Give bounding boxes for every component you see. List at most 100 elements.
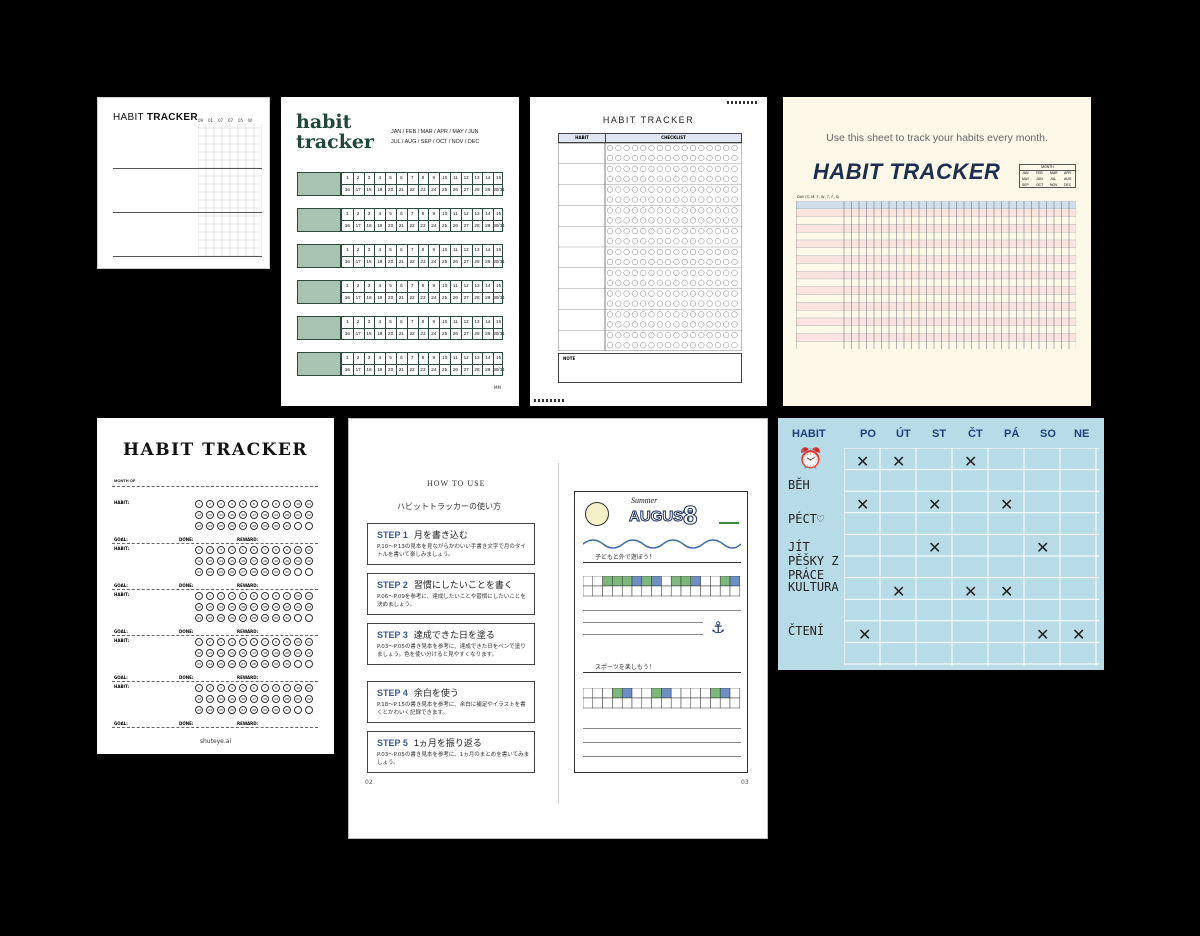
habit-label-cell[interactable] [297, 244, 341, 268]
day-circle[interactable] [305, 706, 313, 714]
day-circle[interactable]: 23 [195, 568, 203, 576]
day-number[interactable]: 27 [461, 295, 472, 300]
day-number[interactable]: 26 [450, 259, 461, 264]
day-circle[interactable]: 27 [239, 522, 247, 530]
day-number[interactable]: 10 [439, 319, 450, 324]
day-number[interactable]: 19 [374, 295, 385, 300]
day-number[interactable]: 20 [385, 367, 396, 372]
day-circle[interactable]: 22 [305, 649, 313, 657]
day-circle[interactable]: 6 [250, 546, 258, 554]
day-number[interactable]: 5 [385, 283, 396, 288]
day-circle[interactable]: 23 [195, 614, 203, 622]
day-number[interactable]: 28 [472, 367, 483, 372]
day-number[interactable]: 19 [374, 367, 385, 372]
day-number[interactable]: 23 [418, 295, 429, 300]
day-circle[interactable]: 7 [261, 638, 269, 646]
day-number[interactable]: 8 [418, 247, 429, 252]
day-number[interactable]: 27 [461, 187, 472, 192]
day-number[interactable]: 16 [342, 295, 353, 300]
day-circle[interactable] [294, 706, 302, 714]
day-number[interactable]: 23 [418, 331, 429, 336]
day-circle[interactable]: 5 [239, 546, 247, 554]
day-number[interactable]: 22 [407, 367, 418, 372]
day-number[interactable]: 29 [482, 223, 493, 228]
day-number[interactable]: 11 [450, 355, 461, 360]
day-number[interactable]: 26 [450, 295, 461, 300]
day-circle[interactable]: 17 [250, 603, 258, 611]
day-number[interactable]: 16 [342, 259, 353, 264]
day-number[interactable]: 7 [407, 319, 418, 324]
day-number[interactable]: 20 [385, 259, 396, 264]
day-number[interactable]: 17 [353, 367, 364, 372]
day-circle[interactable]: 3 [217, 684, 225, 692]
day-number[interactable]: 3 [364, 283, 375, 288]
month-option[interactable]: FEB [1036, 171, 1043, 175]
day-circle[interactable]: 10 [294, 638, 302, 646]
day-circle[interactable]: 7 [261, 684, 269, 692]
day-circle[interactable]: 16 [239, 603, 247, 611]
day-number[interactable]: 17 [353, 295, 364, 300]
day-number[interactable]: 14 [482, 355, 493, 360]
day-number[interactable]: 23 [418, 187, 429, 192]
day-number[interactable]: 17 [353, 187, 364, 192]
day-circle[interactable]: 30 [272, 568, 280, 576]
day-number[interactable]: 16 [342, 367, 353, 372]
day-circle[interactable]: 24 [206, 614, 214, 622]
day-number[interactable]: 21 [396, 367, 407, 372]
day-circle[interactable] [294, 568, 302, 576]
day-circle[interactable]: 26 [228, 706, 236, 714]
day-number[interactable]: 9 [428, 211, 439, 216]
day-number[interactable]: 12 [461, 175, 472, 180]
month-option[interactable]: DEC [1064, 183, 1071, 187]
habit-label-cell[interactable] [297, 172, 341, 196]
day-circle[interactable]: 11 [305, 592, 313, 600]
day-circle[interactable]: 31 [283, 568, 291, 576]
day-circle[interactable]: 24 [206, 568, 214, 576]
day-circle[interactable] [305, 568, 313, 576]
day-number[interactable]: 17 [353, 223, 364, 228]
day-circle[interactable]: 25 [217, 522, 225, 530]
day-circle[interactable]: 9 [283, 500, 291, 508]
day-circle[interactable]: 10 [294, 684, 302, 692]
day-circle[interactable]: 31 [283, 614, 291, 622]
day-circle[interactable]: 10 [294, 592, 302, 600]
day-number[interactable]: 20 [385, 187, 396, 192]
day-circle[interactable]: 11 [305, 546, 313, 554]
day-number[interactable]: 25 [439, 367, 450, 372]
day-number[interactable]: 30/31 [493, 259, 505, 264]
day-number[interactable]: 27 [461, 367, 472, 372]
day-circle[interactable]: 31 [283, 706, 291, 714]
day-circle[interactable]: 12 [195, 649, 203, 657]
day-circle[interactable]: 8 [272, 500, 280, 508]
day-number[interactable]: 7 [407, 247, 418, 252]
day-circle[interactable]: 1 [195, 546, 203, 554]
day-circle[interactable]: 7 [261, 500, 269, 508]
day-circle[interactable]: 13 [206, 557, 214, 565]
day-circle[interactable]: 21 [294, 695, 302, 703]
day-number[interactable]: 14 [482, 319, 493, 324]
day-circle[interactable]: 27 [239, 660, 247, 668]
day-number[interactable]: 6 [396, 247, 407, 252]
month-option[interactable]: NOV [1050, 183, 1057, 187]
day-number[interactable]: 20 [385, 295, 396, 300]
day-number[interactable]: 11 [450, 319, 461, 324]
day-circle[interactable]: 2 [206, 592, 214, 600]
habit-tracker-template-1[interactable]: HABIT TRACKER 09 01 07 07 05 W [97, 97, 270, 269]
day-circle[interactable]: 23 [195, 522, 203, 530]
day-number[interactable]: 7 [407, 211, 418, 216]
day-circle[interactable]: 4 [228, 500, 236, 508]
day-number[interactable]: 2 [353, 175, 364, 180]
day-circle[interactable]: 25 [217, 660, 225, 668]
day-circle[interactable]: 14 [217, 511, 225, 519]
day-number[interactable]: 6 [396, 175, 407, 180]
day-number[interactable]: 11 [450, 175, 461, 180]
day-number[interactable]: 15 [493, 319, 504, 324]
day-circle[interactable]: 6 [250, 638, 258, 646]
day-circle[interactable]: 15 [228, 603, 236, 611]
day-number[interactable]: 2 [353, 247, 364, 252]
day-circle[interactable]: 20 [283, 557, 291, 565]
day-circle[interactable]: 19 [272, 603, 280, 611]
day-number[interactable]: 1 [342, 355, 353, 360]
day-number[interactable]: 3 [364, 175, 375, 180]
day-number[interactable]: 30/31 [493, 295, 505, 300]
